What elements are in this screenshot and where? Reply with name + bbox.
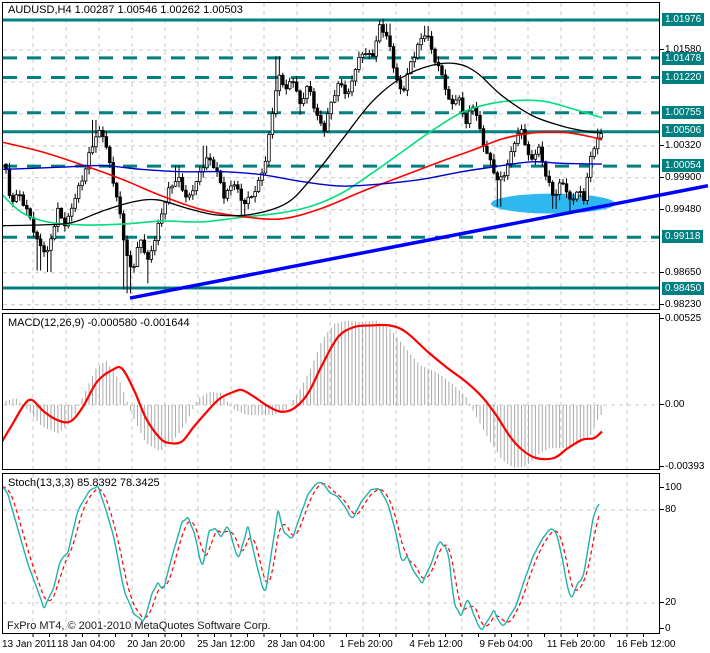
price-axis-label: 0.99900 — [658, 172, 702, 183]
stoch-axis-label: 100 — [659, 482, 682, 493]
copyright-text: FxPro MT4, © 2001-2010 MetaQuotes Softwa… — [7, 620, 271, 632]
time-axis-label: 25 Jan 12:00 — [197, 639, 255, 650]
time-axis-label: 11 Feb 20:00 — [546, 639, 606, 650]
price-level-badge: 0.99118 — [662, 230, 704, 243]
price-chart-panel[interactable] — [2, 2, 708, 310]
macd-axis-label: 0.00525 — [658, 313, 702, 324]
stoch-axis-label: 20 — [658, 597, 677, 608]
price-axis-label: 0.99480 — [658, 204, 702, 215]
time-axis-label: 9 Feb 04:00 — [479, 639, 533, 650]
price-axis-label: 1.00320 — [658, 140, 702, 151]
macd-axis-label: 0.00 — [658, 399, 685, 410]
macd-histogram — [5, 320, 602, 468]
price-level-badge: 0.98450 — [662, 282, 705, 295]
mt4-chart-window: AUDUSD,H4 1.00287 1.00546 1.00262 1.0050… — [0, 0, 710, 653]
stoch-k-line — [2, 481, 600, 631]
time-axis-label: 16 Feb 12:00 — [616, 639, 676, 650]
price-level-badge: 1.01478 — [662, 52, 705, 65]
chart-title-ohlc: AUDUSD,H4 1.00287 1.00546 1.00262 1.0050… — [8, 4, 243, 16]
stoch-indicator-label: Stoch(13,3,3) 85.8392 78.3425 — [8, 477, 160, 489]
time-axis-label: 4 Feb 12:00 — [409, 639, 463, 650]
time-axis-label: 28 Jan 04:00 — [267, 639, 325, 650]
stoch-axis-label: 0 — [659, 623, 671, 634]
horizontal-gridlines — [3, 49, 659, 306]
candles-layer — [4, 18, 603, 294]
time-axis-label: 13 Jan 2011 — [2, 639, 57, 650]
time-axis-label: 20 Jan 20:00 — [127, 639, 185, 650]
stoch-axis-label: 80 — [658, 504, 677, 515]
macd-indicator-label: MACD(12,26,9) -0.000580 -0.001644 — [8, 317, 190, 329]
price-level-badge: 1.00506 — [662, 124, 705, 137]
price-level-badge: 1.01220 — [662, 71, 705, 84]
stoch-d-line — [2, 483, 600, 627]
macd-panel[interactable] — [2, 313, 660, 470]
macd-signal-line — [2, 323, 603, 461]
macd-axis-label: -0.00393 — [658, 461, 705, 472]
stochastic-panel[interactable] — [2, 473, 660, 634]
price-axis-label: 0.98230 — [658, 299, 702, 310]
vertical-gridlines — [32, 314, 628, 469]
time-axis-label: 18 Jan 04:00 — [57, 639, 115, 650]
price-level-badge: 1.00755 — [662, 106, 705, 119]
price-axis-label: 0.98650 — [658, 267, 702, 278]
time-axis-label: 1 Feb 20:00 — [339, 639, 393, 650]
price-level-badge: 1.01976 — [662, 13, 705, 26]
vertical-gridlines — [32, 474, 628, 633]
